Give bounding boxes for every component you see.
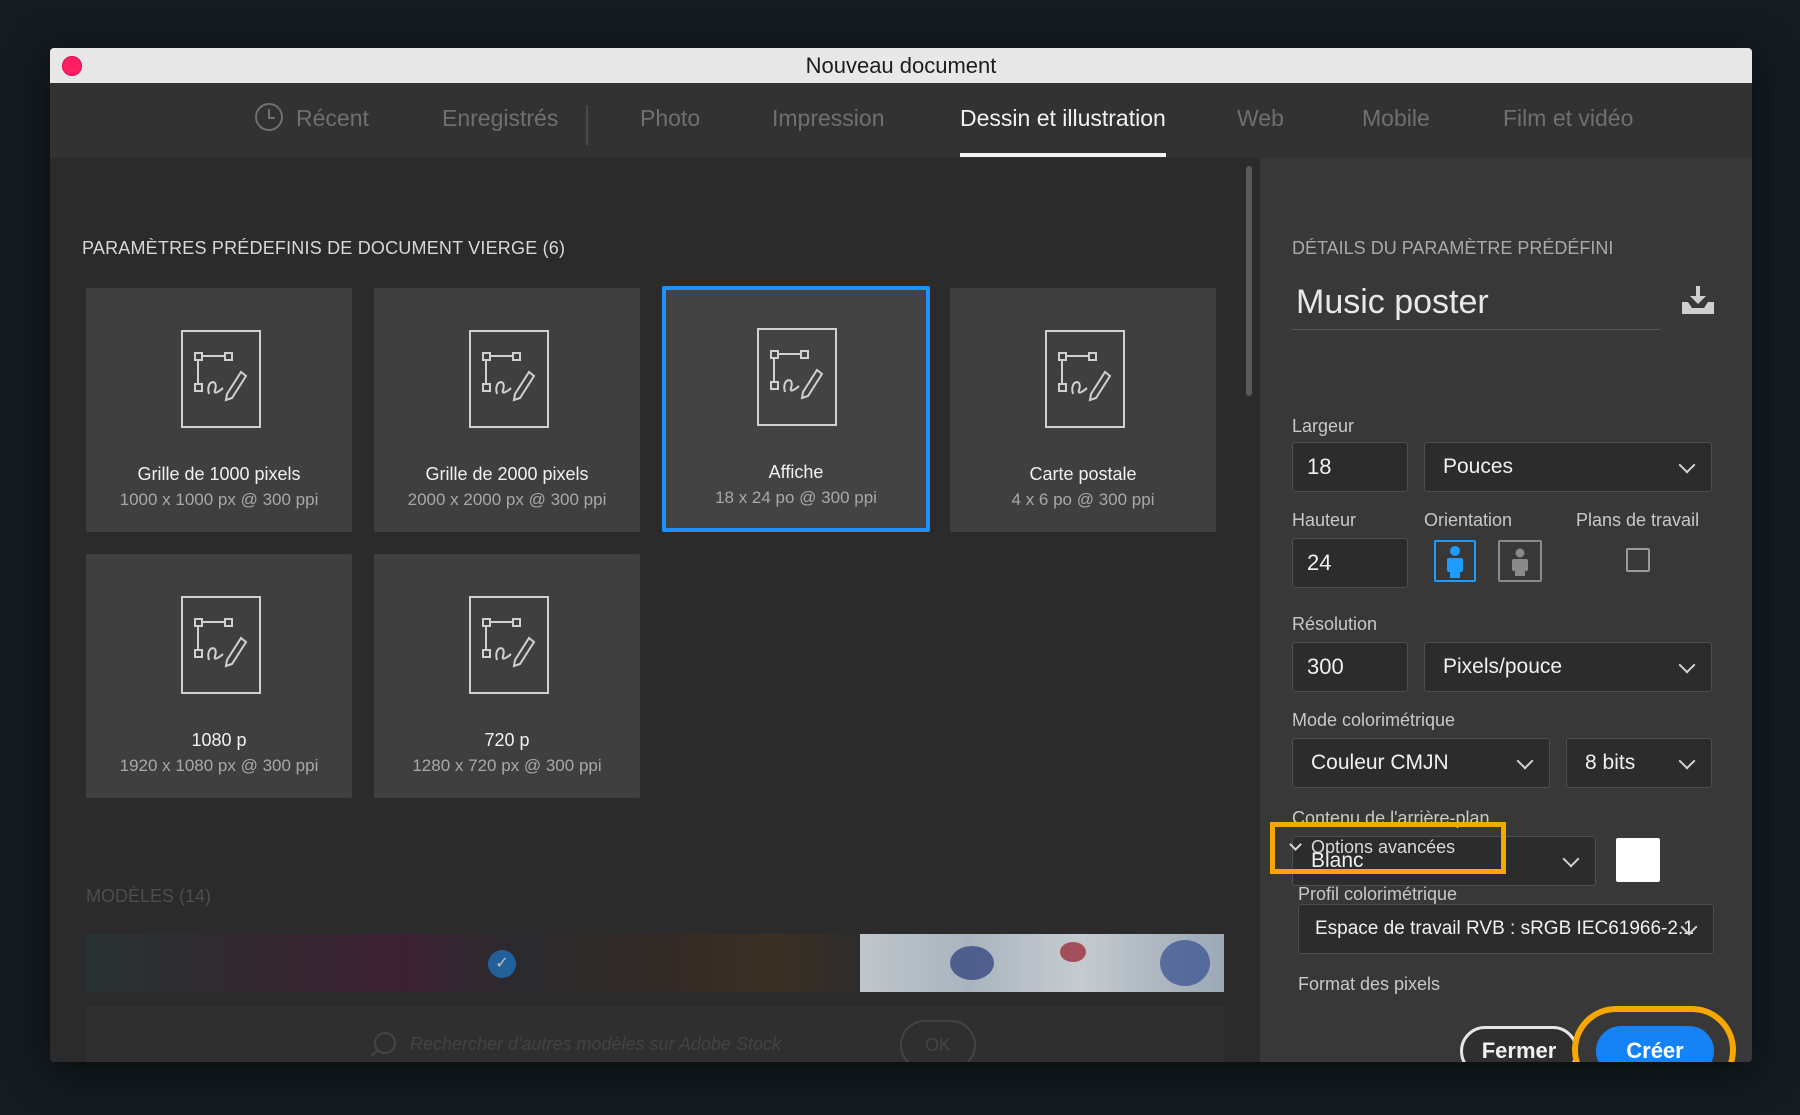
create-button[interactable]: Créer xyxy=(1596,1026,1714,1062)
stock-search-bar: Rechercher d'autres modèles sur Adobe St… xyxy=(86,1006,1224,1062)
chevron-down-icon xyxy=(1678,656,1696,674)
preset-dimensions: 1000 x 1000 px @ 300 ppi xyxy=(119,490,319,509)
tab-recent[interactable]: Récent xyxy=(296,105,369,132)
preset-name: 1080 p xyxy=(191,730,247,750)
color-profile-select[interactable]: Espace de travail RVB : sRGB IEC61966-2.… xyxy=(1298,904,1714,954)
color-profile-label: Profil colorimétrique xyxy=(1298,884,1458,904)
art-document-icon xyxy=(469,596,549,694)
art-document-icon xyxy=(181,596,261,694)
preset-card[interactable]: 1080 p 1920 x 1080 px @ 300 ppi xyxy=(86,554,352,798)
preset-card-selected[interactable]: Affiche 18 x 24 po @ 300 ppi xyxy=(662,286,930,532)
checkmark-icon: ✓ xyxy=(488,950,516,978)
preset-name-input[interactable]: Music poster xyxy=(1292,278,1660,330)
presets-area: PARAMÈTRES PRÉDEFINIS DE DOCUMENT VIERGE… xyxy=(50,158,1258,1062)
title-bar: Nouveau document xyxy=(50,48,1752,83)
artboards-label: Plans de travail xyxy=(1576,510,1700,530)
close-window-button[interactable] xyxy=(62,56,82,76)
stock-search-input[interactable]: Rechercher d'autres modèles sur Adobe St… xyxy=(410,1034,781,1055)
preset-dimensions: 1280 x 720 px @ 300 ppi xyxy=(412,756,602,775)
clock-icon xyxy=(255,103,283,131)
preset-details-panel: DÉTAILS DU PARAMÈTRE PRÉDÉFINI Music pos… xyxy=(1260,158,1752,1062)
artboards-checkbox[interactable] xyxy=(1626,548,1650,572)
width-label: Largeur xyxy=(1292,416,1355,436)
tab-photo[interactable]: Photo xyxy=(640,105,700,132)
preset-card[interactable]: Grille de 1000 pixels 1000 x 1000 px @ 3… xyxy=(86,288,352,532)
tab-divider xyxy=(586,105,588,145)
art-document-icon xyxy=(1045,330,1125,428)
tab-mobile[interactable]: Mobile xyxy=(1362,105,1430,132)
bit-depth-select[interactable]: 8 bits xyxy=(1566,738,1712,788)
preset-name: Carte postale xyxy=(1029,464,1137,484)
category-tabs: Récent Enregistrés Photo Impression Dess… xyxy=(50,83,1752,158)
close-button[interactable]: Fermer xyxy=(1460,1026,1578,1062)
save-preset-icon[interactable] xyxy=(1680,286,1716,316)
new-document-dialog: Nouveau document Récent Enregistrés Phot… xyxy=(50,48,1752,1062)
window-title: Nouveau document xyxy=(805,52,997,78)
art-document-icon xyxy=(757,328,837,426)
preset-dimensions: 4 x 6 po @ 300 ppi xyxy=(1011,490,1155,509)
preset-name: Affiche xyxy=(768,462,824,482)
preset-name: Grille de 1000 pixels xyxy=(137,464,301,484)
width-unit-select[interactable]: Pouces xyxy=(1424,442,1712,492)
preset-card[interactable]: 720 p 1280 x 720 px @ 300 ppi xyxy=(374,554,640,798)
portrait-person-icon xyxy=(1447,546,1463,578)
tab-print[interactable]: Impression xyxy=(772,105,884,132)
preset-card[interactable]: Carte postale 4 x 6 po @ 300 ppi xyxy=(950,288,1216,532)
portrait-orientation-button[interactable] xyxy=(1434,540,1476,582)
background-color-swatch[interactable] xyxy=(1616,838,1660,882)
presets-scrollbar[interactable] xyxy=(1246,166,1252,396)
details-heading: DÉTAILS DU PARAMÈTRE PRÉDÉFINI xyxy=(1292,238,1614,258)
tab-film-video[interactable]: Film et vidéo xyxy=(1503,105,1633,132)
preset-card[interactable]: Grille de 2000 pixels 2000 x 2000 px @ 3… xyxy=(374,288,640,532)
landscape-orientation-button[interactable] xyxy=(1498,540,1542,582)
tab-art-illustration[interactable]: Dessin et illustration xyxy=(960,105,1166,157)
tab-web[interactable]: Web xyxy=(1237,105,1284,132)
color-mode-value: Couleur CMJN xyxy=(1311,751,1449,774)
tab-saved[interactable]: Enregistrés xyxy=(442,105,558,132)
art-document-icon xyxy=(181,330,261,428)
orientation-label: Orientation xyxy=(1424,510,1513,530)
pixel-format-label: Format des pixels xyxy=(1298,974,1441,994)
resolution-unit-select[interactable]: Pixels/pouce xyxy=(1424,642,1712,692)
color-mode-label: Mode colorimétrique xyxy=(1292,710,1456,730)
advanced-options-toggle[interactable]: Options avancées xyxy=(1270,822,1506,874)
width-input[interactable]: 18 xyxy=(1292,442,1408,492)
art-document-icon xyxy=(469,330,549,428)
chevron-down-icon xyxy=(1516,752,1534,770)
advanced-options-label: Options avancées xyxy=(1311,837,1456,857)
bit-depth-value: 8 bits xyxy=(1585,751,1636,774)
resolution-unit-value: Pixels/pouce xyxy=(1443,655,1563,678)
preset-dimensions: 1920 x 1080 px @ 300 ppi xyxy=(119,756,319,775)
preset-name: Grille de 2000 pixels xyxy=(425,464,589,484)
chevron-down-icon xyxy=(1289,838,1302,851)
template-thumbnail[interactable] xyxy=(860,934,1224,992)
templates-heading: MODÈLES (14) xyxy=(86,886,212,906)
preset-name: 720 p xyxy=(484,730,530,750)
color-profile-value: Espace de travail RVB : sRGB IEC61966-2.… xyxy=(1315,918,1694,939)
preset-dimensions: 18 x 24 po @ 300 ppi xyxy=(715,488,877,507)
blank-presets-heading: PARAMÈTRES PRÉDEFINIS DE DOCUMENT VIERGE… xyxy=(82,238,566,258)
landscape-person-icon xyxy=(1512,548,1528,576)
resolution-input[interactable]: 300 xyxy=(1292,642,1408,692)
resolution-label: Résolution xyxy=(1292,614,1378,634)
chevron-down-icon xyxy=(1678,752,1696,770)
preset-dimensions: 2000 x 2000 px @ 300 ppi xyxy=(407,490,607,509)
chevron-down-icon xyxy=(1562,850,1580,868)
search-ok-button[interactable]: OK xyxy=(900,1020,976,1062)
search-icon xyxy=(374,1032,396,1054)
height-label: Hauteur xyxy=(1292,510,1357,530)
height-input[interactable]: 24 xyxy=(1292,538,1408,588)
color-mode-select[interactable]: Couleur CMJN xyxy=(1292,738,1550,788)
chevron-down-icon xyxy=(1678,456,1696,474)
width-unit-value: Pouces xyxy=(1443,455,1514,478)
